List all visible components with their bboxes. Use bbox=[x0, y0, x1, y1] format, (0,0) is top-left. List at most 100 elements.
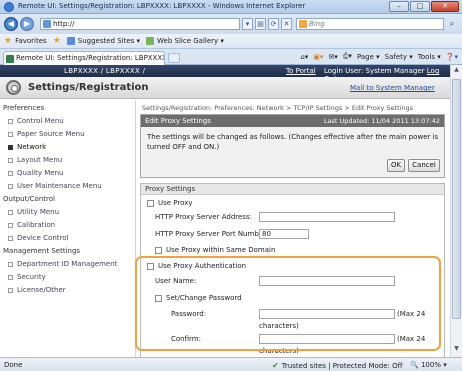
search-placeholder: Bing bbox=[309, 20, 325, 28]
page-header: Settings/Registration Mail to System Man… bbox=[0, 77, 450, 99]
ie-logo-icon bbox=[4, 2, 14, 12]
user-name-input[interactable] bbox=[259, 276, 395, 286]
edit-panel-header: Edit Proxy Settings Last Updated: 11/04 … bbox=[141, 115, 444, 127]
sidebar-item-license-other[interactable]: License/Other bbox=[8, 286, 66, 294]
forward-arrow-icon[interactable]: ▶ bbox=[20, 17, 34, 31]
sidebar: Preferences Control Menu Paper Source Me… bbox=[0, 100, 136, 357]
use-auth-checkbox[interactable] bbox=[147, 262, 154, 270]
cancel-button[interactable]: Cancel bbox=[408, 159, 440, 172]
home-icon[interactable]: ⌂▾ bbox=[300, 53, 308, 61]
scroll-down-icon[interactable]: ▼ bbox=[452, 345, 461, 355]
password-hint: (Max 24 bbox=[397, 310, 426, 318]
maximize-button[interactable]: □ bbox=[410, 1, 430, 12]
tools-menu[interactable]: Tools ▾ bbox=[418, 53, 441, 61]
password-label: Password: bbox=[171, 310, 207, 318]
sidebar-item-security[interactable]: Security bbox=[8, 273, 46, 281]
status-text: Done bbox=[4, 361, 23, 369]
compatibility-icon[interactable]: ▤ bbox=[255, 18, 266, 30]
star-icon: ★ bbox=[4, 36, 13, 46]
to-portal-link[interactable]: To Portal bbox=[286, 67, 316, 75]
security-zone[interactable]: ✔ Trusted sites | Protected Mode: Off bbox=[272, 361, 402, 370]
confirm-hint-cont: characters) bbox=[259, 347, 299, 355]
zone-label: Trusted sites | Protected Mode: Off bbox=[281, 361, 403, 370]
refresh-icon[interactable]: ⟳ bbox=[268, 18, 279, 30]
page-scrollbar[interactable]: ▲ ▼ bbox=[450, 65, 462, 357]
server-port-label: HTTP Proxy Server Port Number: bbox=[155, 230, 269, 238]
server-port-input[interactable]: 80 bbox=[259, 229, 309, 239]
use-auth-label: Use Proxy Authentication bbox=[158, 262, 247, 270]
scroll-thumb[interactable] bbox=[452, 79, 461, 319]
bullet-icon bbox=[8, 261, 13, 267]
help-icon[interactable]: ❓▾ bbox=[446, 53, 458, 61]
web-slice-gallery-link[interactable]: Web Slice Gallery ▾ bbox=[146, 37, 224, 45]
add-favorite-icon: ★ bbox=[52, 36, 61, 46]
same-domain-checkbox[interactable] bbox=[155, 246, 162, 254]
favorites-button[interactable]: ★ Favorites bbox=[4, 36, 47, 46]
add-favorite-button[interactable]: ★ bbox=[53, 36, 61, 46]
suggested-sites-label: Suggested Sites ▾ bbox=[77, 37, 141, 45]
sidebar-item-utility-menu[interactable]: Utility Menu bbox=[8, 208, 59, 216]
server-address-input[interactable] bbox=[259, 212, 395, 222]
print-icon[interactable]: ⎙▾ bbox=[343, 52, 352, 61]
close-button[interactable]: ✕ bbox=[431, 1, 459, 12]
sidebar-item-layout-menu[interactable]: Layout Menu bbox=[8, 156, 62, 164]
password-input[interactable] bbox=[259, 309, 395, 319]
sidebar-category-management-settings: Management Settings bbox=[3, 247, 81, 255]
sidebar-item-label: Control Menu bbox=[17, 117, 64, 125]
use-proxy-checkbox[interactable] bbox=[147, 199, 154, 207]
sidebar-item-label: Network bbox=[17, 143, 47, 151]
scroll-up-icon[interactable]: ▲ bbox=[452, 66, 461, 76]
confirm-label: Confirm: bbox=[171, 335, 201, 343]
sidebar-item-calibration[interactable]: Calibration bbox=[8, 221, 55, 229]
use-auth-row: Use Proxy Authentication bbox=[147, 262, 246, 270]
sidebar-item-device-control[interactable]: Device Control bbox=[8, 234, 68, 242]
sidebar-item-label: License/Other bbox=[17, 286, 66, 294]
server-address-label: HTTP Proxy Server Address: bbox=[155, 213, 252, 221]
window-title: Remote UI: Settings/Registration: LBPXXX… bbox=[18, 2, 306, 10]
safety-menu[interactable]: Safety ▾ bbox=[385, 53, 413, 61]
bullet-icon bbox=[8, 274, 13, 280]
bullet-icon bbox=[8, 131, 13, 137]
sidebar-item-control-menu[interactable]: Control Menu bbox=[8, 117, 64, 125]
proxy-settings-title: Proxy Settings bbox=[141, 184, 444, 195]
edit-panel-message: The settings will be changed as follows.… bbox=[147, 133, 439, 151]
password-hint-cont: characters) bbox=[259, 322, 299, 330]
breadcrumb: Settings/Registration: Preferences: Netw… bbox=[142, 104, 414, 112]
search-input[interactable]: Bing bbox=[296, 18, 444, 30]
feeds-icon[interactable]: ▣▾ bbox=[313, 53, 323, 61]
sidebar-item-label: Quality Menu bbox=[17, 169, 64, 177]
bing-logo-icon bbox=[299, 20, 307, 28]
suggested-sites-icon bbox=[66, 37, 75, 45]
sidebar-item-label: Layout Menu bbox=[17, 156, 63, 164]
sidebar-item-network[interactable]: Network bbox=[8, 143, 46, 151]
device-model: LBPXXXX / LBPXXXX / bbox=[64, 67, 146, 75]
zoom-icon: 🔍 bbox=[410, 361, 419, 369]
use-proxy-row: Use Proxy bbox=[147, 199, 192, 207]
tab-bar: Remote UI: Settings/Registration: LBPXXX… bbox=[0, 49, 462, 65]
tab-remote-ui[interactable]: Remote UI: Settings/Registration: LBPXXX… bbox=[3, 51, 165, 65]
minimize-button[interactable]: – bbox=[389, 1, 409, 12]
mail-icon[interactable]: ✉▾ bbox=[328, 53, 337, 61]
sidebar-item-user-maintenance-menu[interactable]: User Maintenance Menu bbox=[8, 182, 102, 190]
confirm-input[interactable] bbox=[259, 334, 395, 344]
suggested-sites-link[interactable]: Suggested Sites ▾ bbox=[66, 37, 141, 45]
address-input[interactable]: http:// bbox=[40, 18, 240, 30]
edit-proxy-settings-panel: Edit Proxy Settings Last Updated: 11/04 … bbox=[140, 114, 445, 178]
dropdown-icon[interactable]: ▾ bbox=[242, 18, 253, 30]
zoom-control[interactable]: 🔍 100% ▾ bbox=[410, 361, 447, 369]
mail-to-system-manager-link[interactable]: Mail to System Manager bbox=[350, 84, 435, 92]
back-arrow-icon[interactable]: ◀ bbox=[4, 17, 18, 31]
same-domain-label: Use Proxy within Same Domain bbox=[166, 246, 276, 254]
ok-button[interactable]: OK bbox=[387, 159, 405, 172]
page-menu[interactable]: Page ▾ bbox=[357, 53, 380, 61]
search-icon[interactable]: ⌕ bbox=[446, 18, 458, 30]
page-icon bbox=[43, 20, 51, 28]
set-change-password-checkbox[interactable] bbox=[155, 294, 162, 302]
sidebar-item-quality-menu[interactable]: Quality Menu bbox=[8, 169, 63, 177]
sidebar-item-department-id-management[interactable]: Department ID Management bbox=[8, 260, 117, 268]
stop-icon[interactable]: ✕ bbox=[281, 18, 292, 30]
new-tab-button[interactable] bbox=[168, 53, 180, 63]
sidebar-item-label: Utility Menu bbox=[17, 208, 60, 216]
sidebar-item-paper-source-menu[interactable]: Paper Source Menu bbox=[8, 130, 85, 138]
window-title-bar: Remote UI: Settings/Registration: LBPXXX… bbox=[0, 0, 462, 14]
